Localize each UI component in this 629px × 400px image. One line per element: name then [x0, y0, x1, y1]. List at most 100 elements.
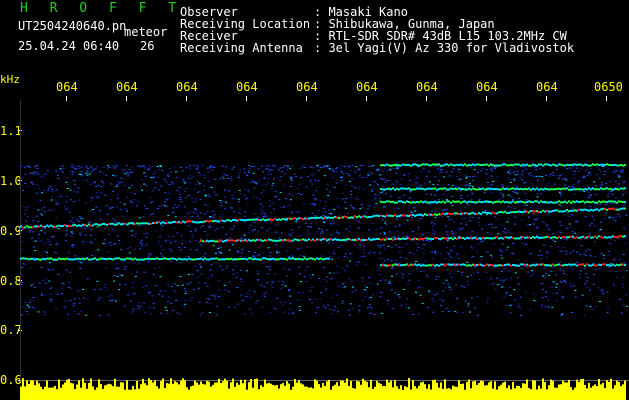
noise-pixel — [256, 279, 259, 281]
noise-pixel — [269, 260, 272, 261]
noise-pixel — [209, 166, 212, 168]
noise-pixel — [159, 290, 162, 292]
power-bar-column — [590, 387, 592, 400]
noise-pixel — [539, 193, 542, 195]
trace-pixel — [240, 218, 242, 221]
noise-pixel — [295, 176, 298, 178]
noise-pixel — [351, 291, 354, 293]
trace-pixel — [142, 258, 144, 261]
noise-pixel — [552, 233, 555, 235]
trace-pixel — [542, 201, 544, 204]
noise-pixel — [91, 254, 94, 256]
noise-pixel — [509, 305, 512, 307]
noise-pixel — [278, 169, 281, 171]
noise-pixel — [253, 196, 255, 198]
trace-pixel — [296, 258, 298, 261]
trace-pixel — [52, 258, 54, 261]
trace-pixel — [540, 163, 542, 166]
noise-pixel — [368, 277, 371, 279]
noise-pixel — [328, 213, 331, 215]
noise-pixel — [197, 172, 200, 174]
noise-pixel — [560, 205, 563, 207]
noise-pixel — [104, 228, 107, 230]
noise-pixel — [607, 308, 610, 310]
trace-pixel — [606, 208, 608, 211]
trace-pixel — [612, 235, 614, 238]
noise-pixel — [126, 248, 129, 250]
noise-pixel — [280, 246, 283, 248]
noise-pixel — [346, 265, 349, 267]
noise-pixel — [393, 236, 395, 237]
noise-pixel — [263, 286, 266, 288]
noise-pixel — [558, 191, 561, 193]
power-bar-column — [396, 386, 398, 400]
trace-pixel — [564, 164, 566, 167]
trace-pixel — [408, 237, 410, 240]
noise-pixel — [92, 209, 95, 210]
noise-pixel — [316, 307, 319, 309]
noise-pixel — [466, 261, 469, 263]
power-bar-column — [130, 389, 132, 400]
noise-pixel — [343, 255, 346, 257]
noise-pixel — [337, 257, 340, 259]
noise-pixel — [548, 274, 550, 276]
trace-pixel — [604, 263, 606, 266]
noise-pixel — [150, 202, 153, 204]
noise-pixel — [617, 183, 620, 185]
noise-pixel — [56, 293, 59, 295]
noise-pixel — [132, 294, 135, 296]
trace-pixel — [612, 263, 614, 266]
trace-pixel — [178, 257, 180, 260]
noise-pixel — [438, 180, 440, 182]
noise-pixel — [141, 244, 144, 246]
noise-pixel — [280, 232, 283, 234]
noise-pixel — [141, 189, 144, 191]
noise-pixel — [272, 165, 275, 166]
power-bar-column — [586, 388, 588, 400]
trace-pixel — [600, 187, 602, 190]
noise-pixel — [471, 176, 474, 177]
noise-pixel — [57, 178, 60, 179]
noise-pixel — [116, 184, 119, 186]
noise-pixel — [399, 184, 402, 186]
power-bar-column — [384, 386, 386, 400]
noise-pixel — [379, 273, 381, 275]
noise-pixel — [318, 228, 321, 229]
trace-pixel — [476, 238, 478, 240]
noise-pixel — [115, 166, 118, 168]
noise-pixel — [593, 225, 596, 227]
noise-pixel — [520, 296, 522, 298]
trace-pixel — [24, 226, 26, 229]
noise-pixel — [144, 311, 147, 313]
trace-pixel — [94, 223, 96, 226]
noise-pixel — [89, 184, 92, 186]
noise-pixel — [138, 302, 141, 304]
trace-pixel — [606, 187, 608, 190]
noise-pixel — [595, 185, 597, 187]
noise-pixel — [136, 270, 139, 272]
noise-pixel — [40, 267, 43, 268]
trace-pixel — [442, 237, 444, 240]
trace-pixel — [546, 188, 548, 191]
trace-pixel — [298, 257, 300, 260]
noise-pixel — [588, 172, 590, 174]
noise-pixel — [330, 278, 333, 280]
trace-pixel — [398, 188, 400, 191]
noise-pixel — [166, 313, 169, 314]
noise-pixel — [384, 222, 387, 224]
noise-pixel — [240, 255, 243, 257]
noise-pixel — [205, 302, 208, 304]
trace-pixel — [514, 211, 516, 213]
trace-pixel — [612, 188, 614, 191]
trace-pixel — [530, 210, 532, 212]
noise-pixel — [221, 226, 224, 228]
noise-pixel — [623, 262, 626, 264]
noise-pixel — [556, 292, 558, 294]
trace-pixel — [386, 264, 388, 267]
noise-pixel — [363, 188, 366, 190]
noise-pixel — [69, 299, 72, 301]
trace-pixel — [518, 200, 520, 203]
noise-pixel — [74, 165, 77, 167]
power-bar-column — [530, 389, 532, 400]
noise-pixel — [115, 263, 118, 265]
